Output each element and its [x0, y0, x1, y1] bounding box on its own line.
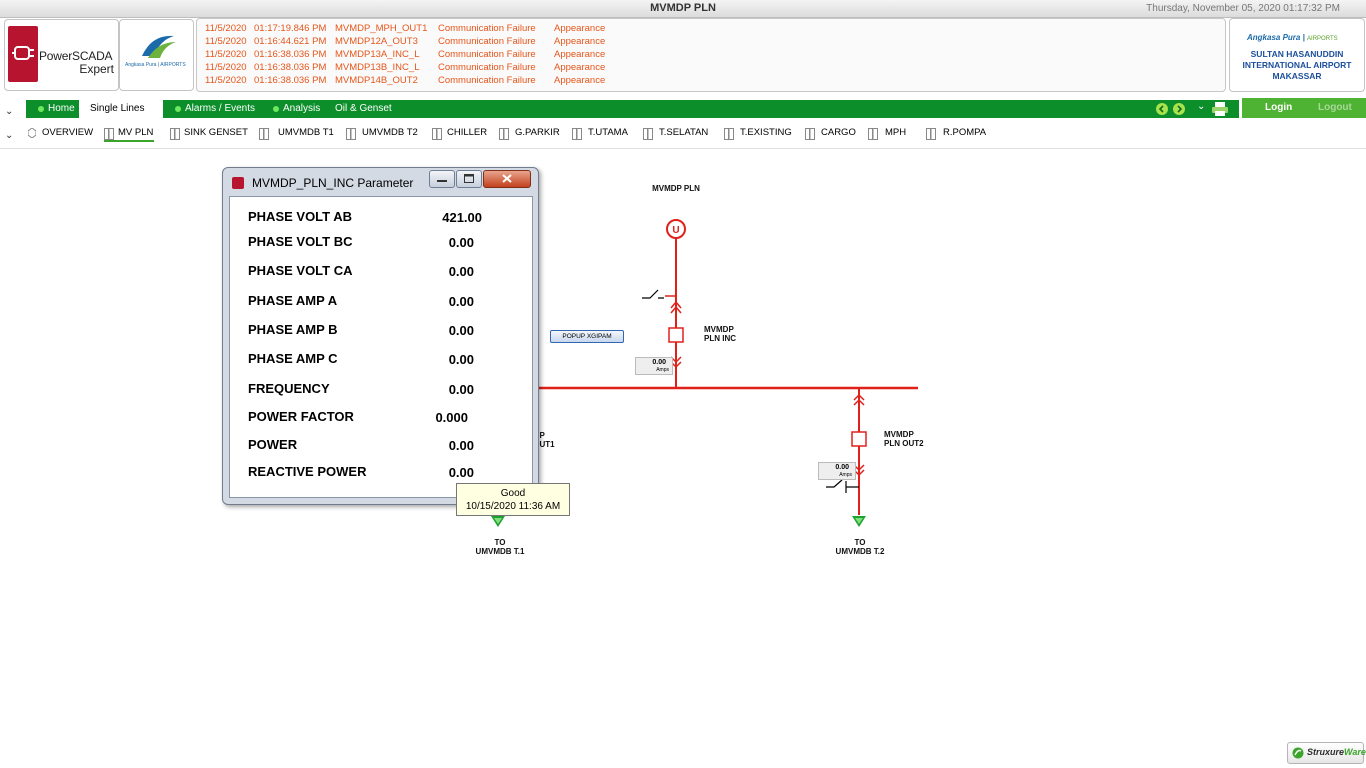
- inc-breaker-icon: [668, 327, 684, 343]
- param-label: PHASE AMP A: [248, 293, 338, 308]
- param-value: 0.00: [448, 294, 474, 309]
- close-icon: [502, 174, 512, 183]
- maximize-button[interactable]: [456, 170, 482, 188]
- out2-amp-readout: 0.00 Amps: [818, 462, 856, 480]
- param-value: 0.000: [435, 410, 468, 425]
- param-value: 0.00: [448, 438, 474, 453]
- maximize-icon: [464, 174, 474, 183]
- param-value: 0.00: [448, 352, 474, 367]
- quality-tooltip: Good 10/15/2020 11:36 AM: [456, 483, 570, 516]
- inc-amp-readout: 0.00 Amps: [635, 357, 673, 375]
- transformer-t2-icon: [852, 516, 866, 527]
- param-value: 0.00: [448, 323, 474, 338]
- param-label: PHASE VOLT AB: [248, 209, 353, 224]
- transformer-t1-icon: [491, 516, 505, 527]
- out2-earth-switch-icon: [826, 479, 859, 493]
- struxureware-logo: StruxureWare: [1287, 742, 1366, 764]
- param-value: 421.00: [442, 210, 482, 225]
- out2-label: MVMDP PLN OUT2: [884, 430, 924, 448]
- parameter-window-title: MVMDP_PLN_INC Parameter: [252, 176, 414, 190]
- inc-label: MVMDP PLN INC: [704, 325, 736, 343]
- out2-breaker-icon: [851, 431, 867, 447]
- param-label: PHASE VOLT CA: [248, 263, 353, 278]
- minimize-icon: [437, 180, 447, 182]
- param-label: PHASE AMP C: [248, 351, 338, 366]
- to-umvmdb-t2-label: TO UMVMDB T.2: [835, 538, 885, 556]
- param-label: POWER FACTOR: [248, 409, 354, 424]
- window-app-icon: [232, 177, 244, 189]
- popup-xgipam-button[interactable]: POPUP XGIPAM: [550, 330, 624, 343]
- param-label: POWER: [248, 437, 298, 452]
- param-label: REACTIVE POWER: [248, 464, 367, 479]
- struxureware-leaf-icon: [1292, 747, 1304, 759]
- param-value: 0.00: [448, 235, 474, 250]
- minimize-button[interactable]: [429, 170, 455, 188]
- param-label: FREQUENCY: [248, 381, 330, 396]
- to-umvmdb-t1-label: TO UMVMDB T.1: [475, 538, 525, 556]
- earth-switch-icon: [642, 289, 664, 299]
- close-button[interactable]: [483, 170, 531, 188]
- parameter-window[interactable]: MVMDP_PLN_INC Parameter PHASE VOLT AB 42…: [222, 167, 539, 505]
- param-value: 0.00: [448, 382, 474, 397]
- param-value: 0.00: [448, 465, 474, 480]
- param-value: 0.00: [448, 264, 474, 279]
- parameter-table: PHASE VOLT AB 421.00 PHASE VOLT BC 0.00 …: [229, 196, 533, 498]
- diagram-title: MVMDP PLN: [652, 184, 700, 193]
- param-label: PHASE VOLT BC: [248, 234, 353, 249]
- single-line-diagram: U: [491, 219, 918, 527]
- param-label: PHASE AMP B: [248, 322, 338, 337]
- source-symbol: U: [672, 225, 679, 236]
- inc-isolator-icon: [665, 295, 682, 314]
